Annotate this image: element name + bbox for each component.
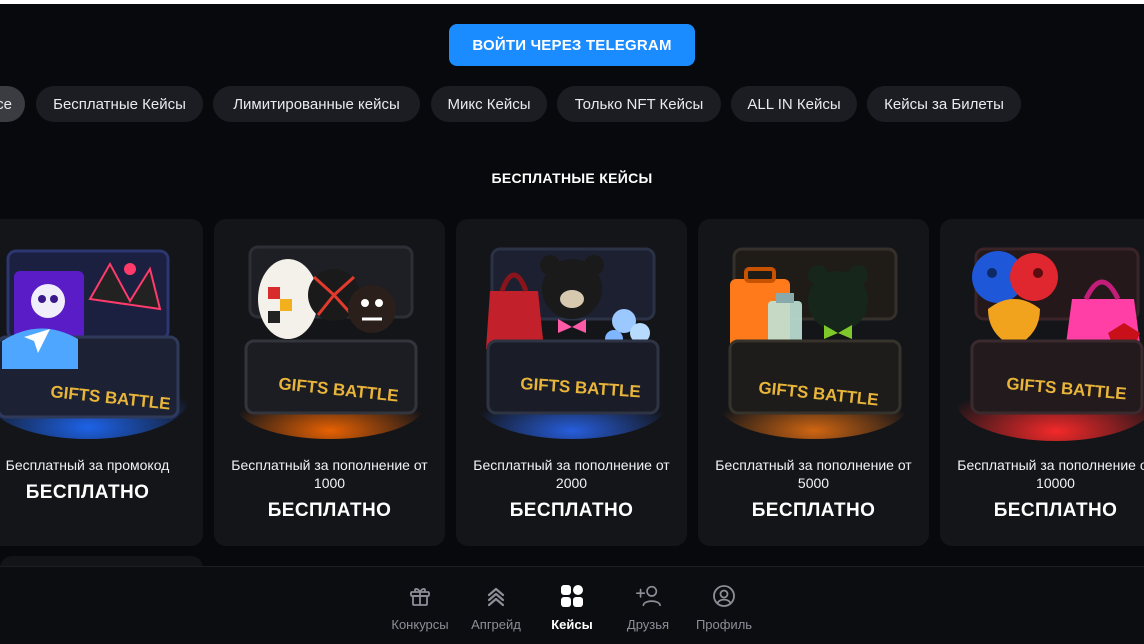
case-name: Бесплатный за пополнение от 1000 — [231, 457, 428, 491]
nav-label: Апгрейд — [471, 617, 521, 632]
case-price: БЕСПЛАТНО — [993, 500, 1118, 521]
gift-icon — [407, 583, 433, 609]
bottom-navigation: Конкурсы Апгрейд Кейсы Друзья Профиль — [0, 566, 1144, 644]
case-card-promo[interactable]: GIFTS BATTLE Бесплатный за промокод БЕСП… — [0, 219, 203, 546]
case-price: БЕСПЛАТНО — [267, 500, 392, 521]
case-name: Бесплатный за пополнение от 5000 — [715, 457, 912, 491]
case-price: БЕСПЛАТНО — [25, 482, 150, 503]
nav-label: Конкурсы — [391, 617, 449, 632]
filter-chip-limited[interactable]: Лимитированные кейсы — [213, 86, 420, 122]
section-title: БЕСПЛАТНЫЕ КЕЙСЫ — [491, 170, 653, 186]
case-card-deposit-2000[interactable]: GIFTS BATTLE Бесплатный за пополнение от… — [456, 219, 687, 546]
nav-profile[interactable]: Профиль — [688, 583, 760, 635]
case-name: Бесплатный за пополнение от 10000 — [957, 457, 1144, 491]
telegram-login-button[interactable]: ВОЙТИ ЧЕРЕЗ TELEGRAM — [449, 24, 695, 66]
nav-label: Кейсы — [551, 617, 593, 632]
filter-chip-all[interactable]: се — [0, 86, 25, 122]
case-name: Бесплатный за промокод — [5, 457, 170, 473]
category-filter-bar: се Бесплатные Кейсы Лимитированные кейсы… — [0, 86, 1144, 122]
add-friend-icon — [635, 583, 661, 609]
nav-label: Профиль — [695, 617, 753, 632]
upgrade-chevrons-icon — [483, 583, 509, 609]
nav-contests[interactable]: Конкурсы — [384, 583, 456, 635]
case-card-deposit-5000[interactable]: GIFTS BATTLE Бесплатный за пополнение от… — [698, 219, 929, 546]
nav-label: Друзья — [626, 617, 670, 632]
case-card-deposit-1000[interactable]: GIFTS BATTLE Бесплатный за пополнение от… — [214, 219, 445, 546]
case-box-image: GIFTS BATTLE — [235, 245, 425, 439]
case-box-image: GIFTS BATTLE — [719, 247, 909, 439]
nav-upgrade[interactable]: Апгрейд — [460, 583, 532, 635]
case-box-image: GIFTS BATTLE — [0, 249, 188, 439]
filter-chip-mix[interactable]: Микс Кейсы — [431, 86, 547, 122]
case-price: БЕСПЛАТНО — [751, 500, 876, 521]
case-card-deposit-10000[interactable]: GIFTS BATTLE Бесплатный за пополнение от… — [940, 219, 1144, 546]
filter-chip-nft-only[interactable]: Только NFT Кейсы — [557, 86, 721, 122]
filter-chip-tickets[interactable]: Кейсы за Билеты — [867, 86, 1021, 122]
nav-friends[interactable]: Друзья — [612, 583, 684, 635]
case-name: Бесплатный за пополнение от 2000 — [473, 457, 670, 491]
case-box-image: GIFTS BATTLE — [956, 247, 1144, 441]
profile-icon — [711, 583, 737, 609]
case-price: БЕСПЛАТНО — [509, 500, 634, 521]
filter-chip-free[interactable]: Бесплатные Кейсы — [36, 86, 203, 122]
filter-chip-all-in[interactable]: ALL IN Кейсы — [731, 86, 857, 122]
nav-cases[interactable]: Кейсы — [536, 583, 608, 635]
case-box-image: GIFTS BATTLE — [477, 247, 667, 439]
top-edge-strip — [0, 0, 1144, 4]
cases-grid-icon — [559, 583, 585, 609]
